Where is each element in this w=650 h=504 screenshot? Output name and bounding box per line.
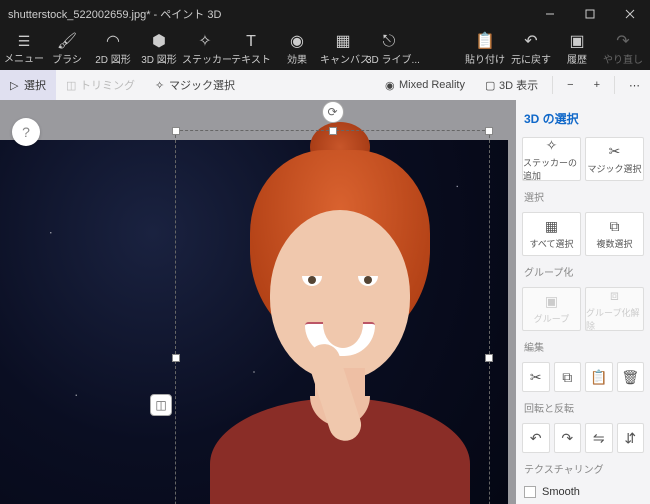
tool-undo[interactable]: ↶元に戻す [508, 33, 554, 66]
menu-button[interactable]: ☰ メニュー [4, 33, 44, 65]
shapes3d-icon: ⬢ [136, 33, 182, 51]
delete-icon: 🗑 [621, 369, 639, 386]
tool-3d-shapes[interactable]: ⬢3D 図形 [136, 33, 182, 66]
pointer-icon: ▷ [10, 79, 20, 92]
section-select: 選択 [522, 187, 644, 206]
zoom-out-button[interactable]: − [557, 70, 583, 100]
tool-sticker[interactable]: ✧ステッカー [182, 33, 228, 66]
tool-paste[interactable]: 📋貼り付け [462, 33, 508, 66]
maximize-button[interactable] [570, 0, 610, 28]
subtool-3d-view[interactable]: ▢3D 表示 [475, 70, 548, 100]
rotate-handle[interactable]: ⟳ [322, 101, 344, 123]
add-sticker-button[interactable]: ✧ステッカーの追加 [522, 137, 581, 181]
flip-h-button[interactable]: ⇋ [585, 423, 613, 453]
sidebar: 3D の選択 ✧ステッカーの追加 ✂マジック選択 選択 ▦すべて選択 ⧉複数選択… [516, 100, 650, 504]
ungroup-icon: ⧈ [610, 287, 619, 304]
zoom-in-button[interactable]: + [584, 70, 610, 100]
sticker-add-icon: ✧ [546, 137, 558, 154]
cut-button[interactable]: ✂ [522, 362, 550, 392]
copy-button[interactable]: ⧉ [554, 362, 582, 392]
paste-button[interactable]: 📋 [585, 362, 613, 392]
section-rotate: 回転と反転 [522, 398, 644, 417]
handle-ml[interactable] [172, 354, 180, 362]
rotate-right-icon: ↷ [561, 430, 573, 447]
magic-icon: ✧ [155, 79, 165, 92]
rotate-right-button[interactable]: ↷ [554, 423, 582, 453]
mr-icon: ◉ [385, 79, 395, 92]
effect-icon: ◉ [274, 33, 320, 51]
cube-icon: ▢ [485, 79, 495, 92]
tool-3d-live[interactable]: ⎋3D ライブ... [366, 33, 412, 66]
multi-select-button[interactable]: ⧉複数選択 [585, 212, 644, 256]
brush-icon: 🖌 [44, 33, 90, 51]
depth-handle[interactable]: ◫ [150, 394, 172, 416]
subtool-trim[interactable]: ◫トリミング [56, 70, 145, 100]
magic-select-button[interactable]: ✂マジック選択 [585, 137, 644, 181]
handle-mr[interactable] [485, 354, 493, 362]
minimize-button[interactable] [530, 0, 570, 28]
close-button[interactable] [610, 0, 650, 28]
paste-side-icon: 📋 [590, 369, 607, 386]
handle-tl[interactable] [172, 127, 180, 135]
main-toolbar: ☰ メニュー 🖌ブラシ ◠2D 図形 ⬢3D 図形 ✧ステッカー Tテキスト ◉… [0, 28, 650, 70]
tool-2d-shapes[interactable]: ◠2D 図形 [90, 33, 136, 66]
tool-brush[interactable]: 🖌ブラシ [44, 33, 90, 66]
group-icon: ▣ [545, 293, 558, 310]
handle-tr[interactable] [485, 127, 493, 135]
panel-title: 3D の選択 [522, 108, 644, 131]
content: ? ⟳ ◫ 3D の選択 ✧ステッカーの追加 ✂マジック選択 選択 ▦すべて選択 [0, 100, 650, 504]
magic-select-icon: ✂ [609, 143, 621, 160]
rotate-left-button[interactable]: ↶ [522, 423, 550, 453]
tool-history[interactable]: ▣履歴 [554, 33, 600, 66]
subtool-mixed-reality[interactable]: ◉Mixed Reality [375, 70, 475, 100]
section-edit: 編集 [522, 337, 644, 356]
group-button: ▣グループ [522, 287, 581, 331]
shapes2d-icon: ◠ [90, 33, 136, 51]
tool-text[interactable]: Tテキスト [228, 33, 274, 66]
redo-icon: ↷ [600, 33, 646, 51]
rotate-left-icon: ↶ [530, 430, 542, 447]
history-icon: ▣ [554, 33, 600, 51]
crop-icon: ◫ [66, 79, 76, 92]
sub-toolbar: ▷選択 ◫トリミング ✧マジック選択 ◉Mixed Reality ▢3D 表示… [0, 70, 650, 100]
flip-v-button[interactable]: ⇵ [617, 423, 645, 453]
select-all-icon: ▦ [545, 218, 558, 235]
more-button[interactable]: ⋯ [619, 70, 650, 100]
sticker-icon: ✧ [182, 33, 228, 51]
live3d-icon: ⎋ [366, 33, 412, 51]
text-icon: T [228, 33, 274, 51]
multi-select-icon: ⧉ [610, 218, 620, 235]
subtool-magic[interactable]: ✧マジック選択 [145, 70, 245, 100]
cut-icon: ✂ [530, 369, 542, 386]
canvas-icon: ▦ [320, 33, 366, 51]
copy-icon: ⧉ [562, 369, 572, 386]
section-texture: テクスチャリング [522, 459, 644, 478]
select-all-button[interactable]: ▦すべて選択 [522, 212, 581, 256]
delete-button[interactable]: 🗑 [617, 362, 645, 392]
ungroup-button: ⧈グループ化解除 [585, 287, 644, 331]
tool-effect[interactable]: ◉効果 [274, 33, 320, 66]
menu-icon: ☰ [4, 33, 44, 50]
titlebar: shutterstock_522002659.jpg* - ペイント 3D [0, 0, 650, 28]
section-group: グループ化 [522, 262, 644, 281]
help-button[interactable]: ? [12, 118, 40, 146]
window-title: shutterstock_522002659.jpg* - ペイント 3D [8, 6, 530, 22]
tool-canvas[interactable]: ▦キャンバス [320, 33, 366, 66]
handle-tm[interactable] [329, 127, 337, 135]
checkbox-icon [524, 486, 536, 498]
selection-box[interactable]: ⟳ ◫ [175, 130, 490, 504]
smooth-toggle[interactable]: Smooth [522, 484, 644, 500]
paste-icon: 📋 [462, 33, 508, 51]
subtool-select[interactable]: ▷選択 [0, 70, 56, 100]
undo-icon: ↶ [508, 33, 554, 51]
flip-h-icon: ⇋ [593, 430, 605, 447]
flip-v-icon: ⇵ [624, 430, 636, 447]
canvas-area[interactable]: ? ⟳ ◫ [0, 100, 516, 504]
tool-redo[interactable]: ↷やり直し [600, 33, 646, 66]
